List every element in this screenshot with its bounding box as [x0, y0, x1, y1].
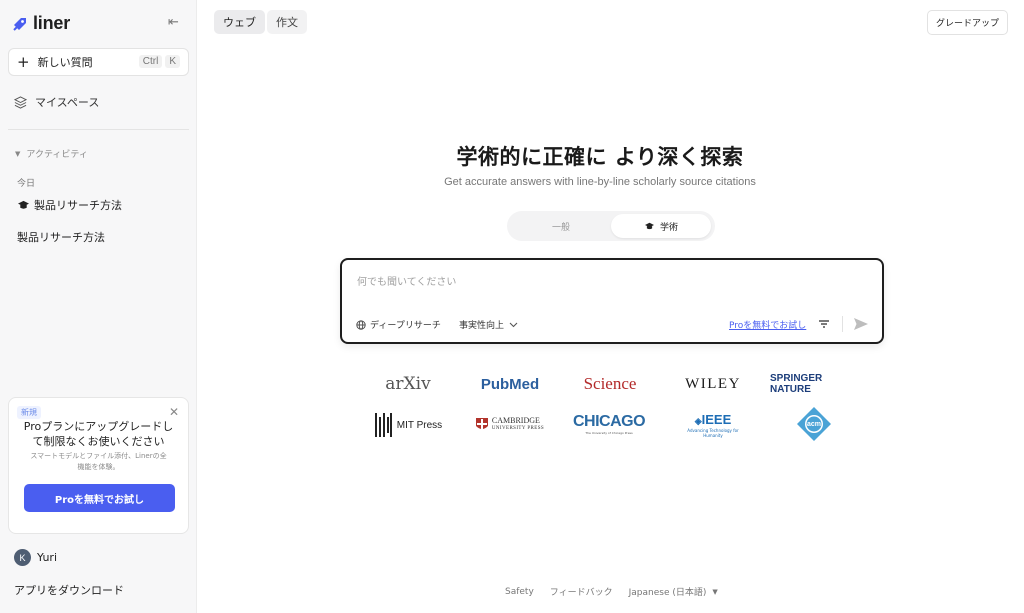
my-space-label: マイスペース: [35, 96, 100, 109]
graduation-cap-icon: [644, 222, 654, 229]
mode-academic-label: 学術: [659, 222, 678, 233]
today-heading: 今日: [17, 179, 36, 189]
chicago-name: CHICAGO: [572, 413, 646, 430]
search-box[interactable]: 何でも聞いてください ディープリサーチ 事実性向上 Proを無料でお試し: [340, 258, 884, 344]
mit-press-mark-icon: [374, 413, 392, 437]
footer: Safety フィードバック Japanese (日本語) ▼: [505, 585, 718, 599]
graduation-cap-icon: [18, 200, 29, 209]
new-question-label: 新しい質問: [37, 56, 93, 69]
science-logo: Science: [583, 374, 637, 393]
pubmed-logo: PubMed: [480, 375, 540, 393]
brand-name: liner: [33, 13, 71, 33]
tab-web[interactable]: ウェブ: [214, 10, 265, 34]
ieee-name: ◈IEEE: [694, 411, 732, 428]
search-mode-toggle: 一般 学術: [507, 211, 715, 241]
send-icon[interactable]: [852, 315, 870, 333]
promo-description: スマートモデルとファイル添付、Linerの全機能を体験。: [30, 452, 167, 471]
mode-academic[interactable]: 学術: [611, 214, 711, 238]
filter-icon[interactable]: [817, 317, 831, 331]
deep-research-label: ディープリサーチ: [370, 321, 441, 331]
ieee-diamond-icon: ◈: [694, 415, 702, 426]
cambridge-shield-icon: [475, 418, 488, 430]
language-label: Japanese (日本語): [628, 588, 707, 598]
feedback-link[interactable]: フィードバック: [550, 585, 613, 598]
safety-link[interactable]: Safety: [505, 587, 534, 597]
arxiv-logo: arXiv: [385, 374, 431, 394]
cambridge-sub: UNIVERSITY PRESS: [491, 426, 545, 431]
new-question-button[interactable]: + 新しい質問 Ctrl K: [8, 48, 189, 76]
new-badge: 新規: [17, 406, 41, 419]
shortcut-key: K: [165, 55, 180, 68]
chicago-logo: CHICAGO The University of Chicago Press: [573, 410, 646, 438]
sidebar-item-my-space[interactable]: マイスペース: [14, 94, 99, 110]
cambridge-text: CAMBRIDGE UNIVERSITY PRESS: [492, 417, 544, 433]
brand[interactable]: liner: [12, 13, 70, 34]
mit-press-logo: MIT Press: [372, 412, 444, 438]
chevron-down-icon: [509, 322, 518, 327]
history-item[interactable]: 製品リサーチ方法: [17, 197, 122, 213]
avatar: K: [14, 549, 31, 566]
try-pro-button[interactable]: Proを無料でお試し: [24, 484, 175, 512]
fact-mode-label: 事実性向上: [459, 321, 505, 331]
caret-down-icon: ▼: [15, 149, 21, 158]
search-input[interactable]: 何でも聞いてください: [357, 273, 456, 288]
upgrade-button[interactable]: グレードアップ: [927, 10, 1008, 35]
tab-writing[interactable]: 作文: [267, 10, 307, 34]
cambridge-name: CAMBRIDGE: [491, 416, 540, 425]
ieee-sub: Advancing Technology for Humanity: [687, 427, 739, 438]
page-title: 学術的に正確に より深く探索: [456, 145, 744, 169]
springer-nature-logo: SPRINGER NATURE: [770, 373, 823, 395]
promo-title: Proプランにアップグレードして制限なくお使いください: [23, 420, 174, 448]
toolbar-separator: [842, 316, 843, 332]
mode-general[interactable]: 一般: [511, 214, 611, 238]
mode-tabs: ウェブ 作文: [214, 10, 307, 34]
history-item[interactable]: 製品リサーチ方法: [17, 229, 105, 245]
try-pro-link[interactable]: Proを無料でお試し: [729, 318, 806, 331]
wiley-logo: WILEY: [685, 375, 741, 392]
language-selector[interactable]: Japanese (日本語) ▼: [628, 585, 718, 599]
cambridge-logo: CAMBRIDGE UNIVERSITY PRESS: [471, 415, 549, 435]
sidebar: liner ⇤ + 新しい質問 Ctrl K マイスペース ▼ アクティビティ …: [0, 0, 197, 613]
sidebar-divider: [8, 129, 189, 130]
caret-down-icon: ▼: [712, 587, 718, 596]
fact-mode-dropdown[interactable]: 事実性向上: [459, 318, 518, 331]
user-profile[interactable]: K Yuri: [14, 549, 57, 566]
ieee-text: IEEE: [701, 411, 732, 427]
deep-research-button[interactable]: ディープリサーチ: [356, 318, 441, 331]
page-subtitle: Get accurate answers with line-by-line s…: [444, 176, 756, 188]
collapse-sidebar-icon[interactable]: ⇤: [168, 15, 184, 31]
globe-icon: [356, 319, 366, 330]
upgrade-promo-card: 新規 ✕ Proプランにアップグレードして制限なくお使いください スマートモデル…: [8, 397, 189, 534]
activity-toggle[interactable]: ▼ アクティビティ: [15, 147, 88, 161]
close-icon[interactable]: ✕: [169, 405, 179, 419]
activity-label: アクティビティ: [26, 150, 88, 160]
liner-logo-icon: [13, 17, 26, 31]
ieee-logo: ◈IEEE Advancing Technology for Humanity: [687, 410, 739, 440]
layers-icon: [14, 95, 27, 109]
shortcut-hint: Ctrl K: [138, 55, 180, 68]
shortcut-key: Ctrl: [138, 55, 163, 68]
acm-logo: acm: [796, 406, 832, 442]
user-name: Yuri: [37, 551, 58, 564]
download-app-link[interactable]: アプリをダウンロード: [14, 582, 124, 598]
chicago-sub: The University of Chicago Press: [585, 431, 633, 435]
history-item-label: 製品リサーチ方法: [34, 199, 122, 212]
plus-icon: +: [17, 53, 30, 71]
acm-text: acm: [806, 420, 821, 428]
mit-press-text: MIT Press: [396, 419, 443, 431]
